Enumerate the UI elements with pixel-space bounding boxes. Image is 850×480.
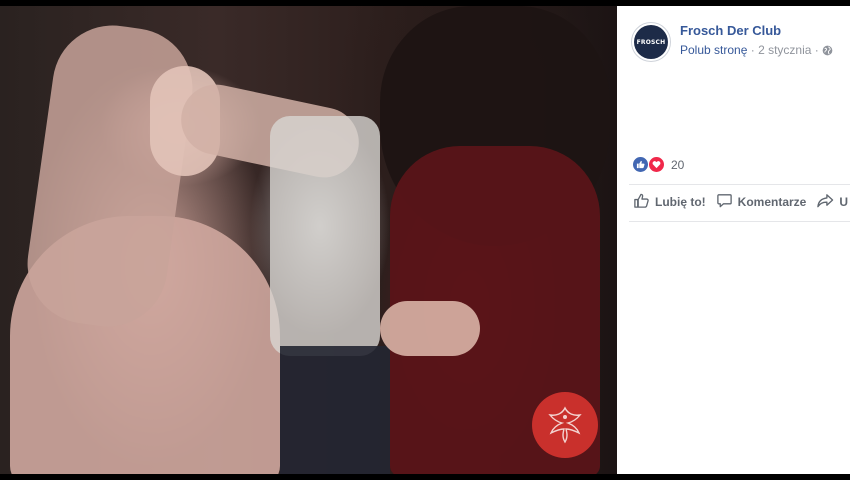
globe-icon [822,45,833,59]
reactions-summary[interactable]: 20 [632,156,684,173]
share-button[interactable]: U [816,192,848,212]
post-side-panel: FROSCH Frosch Der Club Polub stronę · 2 … [617,6,850,474]
divider [629,184,850,185]
share-label: U [839,195,849,209]
avatar-logo-text: FROSCH [634,25,668,59]
comment-label: Komentarze [737,195,807,209]
meta-separator: · [750,43,755,57]
thumbs-up-icon [633,192,655,212]
phoenix-logo-icon [532,392,598,458]
post-photo[interactable] [0,6,617,474]
comment-button[interactable]: Komentarze [716,192,807,212]
post-date[interactable]: 2 stycznia [758,43,811,57]
like-reaction-icon [632,156,649,173]
follow-page-link[interactable]: Polub stronę [680,43,747,57]
photo-hand-shape [380,301,480,356]
bottom-letterbox [0,474,850,480]
share-arrow-icon [816,192,839,212]
meta-separator: · [814,43,819,57]
page-avatar[interactable]: FROSCH [631,22,671,62]
photo-shirt-shape [270,116,380,356]
love-reaction-icon [648,156,665,173]
like-button[interactable]: Lubię to! [633,192,706,212]
post-actions-bar: Lubię to! Komentarze U [633,192,850,212]
like-label: Lubię to! [655,195,706,209]
photo-jeans-shape [280,346,390,474]
divider [629,221,850,222]
post-meta: Polub stronę · 2 stycznia · [680,43,833,59]
reaction-count: 20 [671,157,685,172]
comment-icon [716,192,738,212]
page-name-link[interactable]: Frosch Der Club [680,23,781,38]
